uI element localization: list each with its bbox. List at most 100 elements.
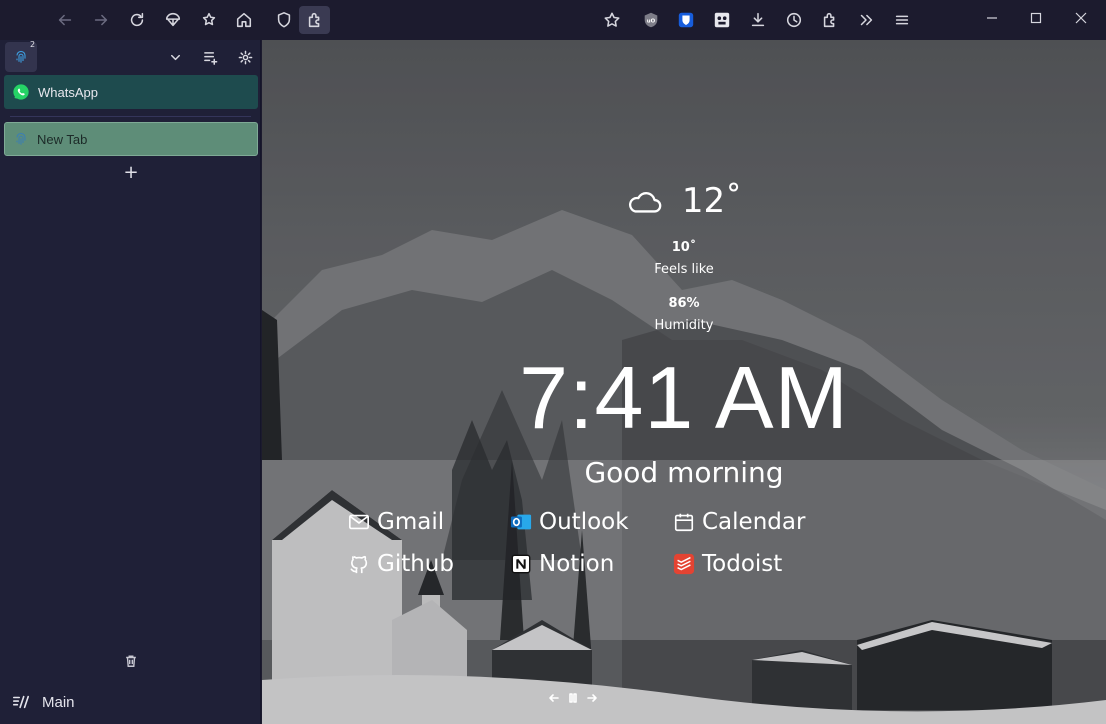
sidebar-divider xyxy=(10,116,251,117)
arrow-right-icon xyxy=(587,693,597,702)
browser-icon xyxy=(16,132,26,145)
reload-icon xyxy=(130,12,144,27)
link-calendar[interactable]: Calendar xyxy=(672,506,805,538)
puzzle-icon xyxy=(823,12,835,28)
background-controls xyxy=(548,690,598,706)
tab-new-tab[interactable]: New Tab xyxy=(4,122,258,156)
arrow-right-icon xyxy=(94,14,108,26)
todoist-icon xyxy=(673,553,695,575)
prev-background-button[interactable] xyxy=(548,689,560,708)
trash-icon xyxy=(126,655,136,667)
cloud-icon xyxy=(628,192,662,213)
workspace-icon xyxy=(12,695,30,709)
whatsapp-icon xyxy=(13,84,29,100)
humidity-value: 86% xyxy=(668,296,700,311)
tracking-protection-button[interactable] xyxy=(270,6,298,34)
link-label: Todoist xyxy=(702,551,783,577)
bookmarks-button[interactable] xyxy=(195,6,223,34)
minimize-icon xyxy=(987,17,997,19)
extension-page-button[interactable] xyxy=(299,6,330,34)
gear-icon xyxy=(238,50,252,64)
browser-toolbar: uO xyxy=(0,0,1106,40)
weather-widget: 12˚ xyxy=(262,181,1106,221)
link-notion[interactable]: Notion xyxy=(509,548,614,580)
new-tab-page: 12˚ 10˚ Feels like 86% Humidity 7:41 AM … xyxy=(262,40,1106,724)
notion-icon xyxy=(511,554,531,574)
skull-icon xyxy=(714,12,730,28)
sidebar-header: 2 xyxy=(0,40,261,74)
home-button[interactable] xyxy=(230,6,258,34)
extensions-button[interactable] xyxy=(816,6,844,34)
feels-like-value: 10˚ xyxy=(671,240,697,255)
workspace-name: Main xyxy=(42,693,75,711)
trash-button[interactable] xyxy=(121,651,141,671)
star-list-icon xyxy=(202,12,216,26)
humidity-label: Humidity xyxy=(654,318,714,333)
menu-button[interactable] xyxy=(888,6,916,34)
pause-background-button[interactable] xyxy=(567,689,579,708)
arrow-left-icon xyxy=(58,14,72,26)
link-label: Github xyxy=(377,551,454,577)
ublock-icon: uO xyxy=(644,12,658,28)
maximize-icon xyxy=(1030,12,1042,24)
bookmark-page-button[interactable] xyxy=(598,6,626,34)
temperature: 12˚ xyxy=(681,181,743,221)
bitwarden-extension-button[interactable] xyxy=(672,6,700,34)
privacy-extension-button[interactable] xyxy=(708,6,736,34)
hamburger-icon xyxy=(895,15,909,25)
pinned-tab-label: WhatsApp xyxy=(38,84,98,100)
link-label: Notion xyxy=(539,551,615,577)
star-icon xyxy=(604,12,620,27)
shield-icon xyxy=(277,12,291,28)
download-icon xyxy=(751,12,765,27)
tabs-dropdown-button[interactable] xyxy=(164,46,186,68)
dashboard-overlay: 12˚ 10˚ Feels like 86% Humidity 7:41 AM … xyxy=(262,40,1106,724)
link-github[interactable]: Github xyxy=(347,548,454,580)
link-label: Gmail xyxy=(377,509,445,535)
link-outlook[interactable]: Outlook xyxy=(509,506,629,538)
link-label: Calendar xyxy=(702,509,806,535)
close-button[interactable] xyxy=(1063,4,1099,32)
svg-text:uO: uO xyxy=(647,18,656,24)
overflow-button[interactable] xyxy=(852,6,880,34)
minimize-button[interactable] xyxy=(974,4,1010,32)
next-background-button[interactable] xyxy=(586,689,598,708)
fingerprint-icon xyxy=(16,50,26,63)
calendar-icon xyxy=(674,513,694,532)
tab-list-button[interactable] xyxy=(199,46,221,68)
feels-like-label: Feels like xyxy=(654,262,714,277)
chevron-down-icon xyxy=(170,54,180,60)
link-todoist[interactable]: Todoist xyxy=(672,548,782,580)
tab-label: New Tab xyxy=(37,131,88,147)
parachute-button[interactable] xyxy=(159,6,187,34)
downloads-button[interactable] xyxy=(744,6,772,34)
mail-icon xyxy=(349,514,369,530)
reload-button[interactable] xyxy=(123,6,151,34)
pinned-tab-whatsapp[interactable]: WhatsApp xyxy=(4,75,258,109)
forward-button[interactable] xyxy=(87,6,115,34)
pause-icon xyxy=(569,692,577,703)
arrow-left-icon xyxy=(549,693,559,702)
home-icon xyxy=(236,12,252,28)
greeting: Good morning xyxy=(584,456,784,489)
clock-icon xyxy=(786,12,802,28)
back-button[interactable] xyxy=(51,6,79,34)
add-tab-button[interactable]: + xyxy=(121,162,141,183)
chevrons-right-icon xyxy=(860,14,873,26)
close-icon xyxy=(1075,12,1087,24)
sidebar-settings-button[interactable] xyxy=(234,46,256,68)
outlook-icon xyxy=(510,514,532,530)
link-gmail[interactable]: Gmail xyxy=(347,506,444,538)
link-label: Outlook xyxy=(539,509,629,535)
clock: 7:41 AM xyxy=(519,348,849,447)
workspace-main[interactable]: Main xyxy=(12,692,75,712)
history-button[interactable] xyxy=(780,6,808,34)
maximize-button[interactable] xyxy=(1018,4,1054,32)
list-add-icon xyxy=(203,51,217,65)
github-icon xyxy=(350,555,368,574)
ublock-extension-button[interactable]: uO xyxy=(637,6,665,34)
parachute-icon xyxy=(165,12,181,27)
workspace-count: 2 xyxy=(30,40,36,49)
sidebar: 2 WhatsApp New Tab + Main xyxy=(0,40,261,724)
bitwarden-icon xyxy=(678,12,694,28)
